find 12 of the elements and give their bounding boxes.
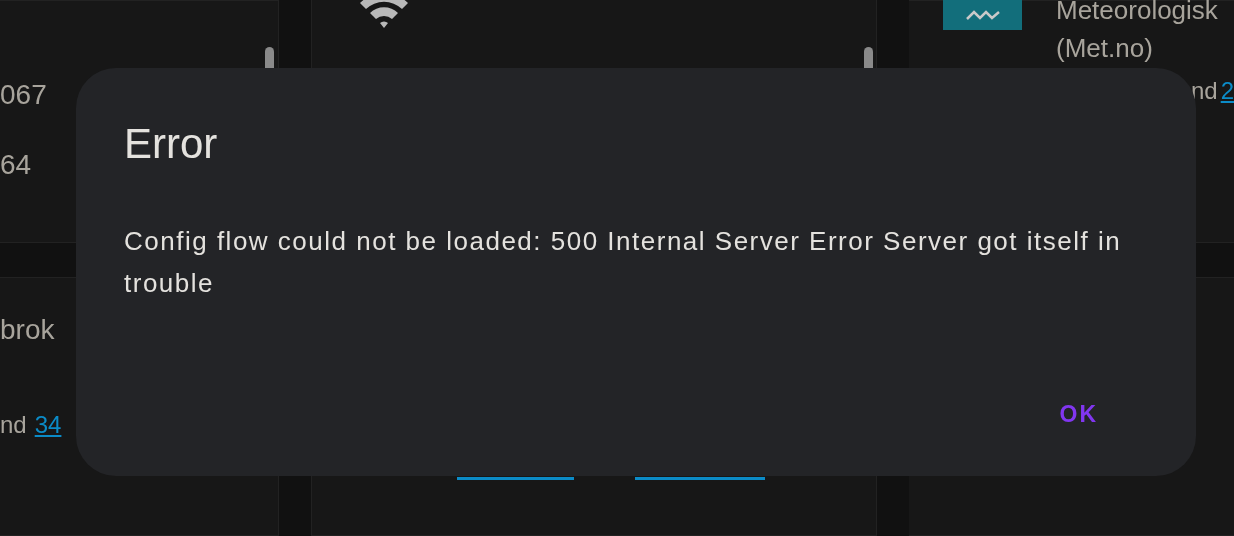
value-text: 64 — [0, 149, 33, 181]
entities-link[interactable]: 34 — [34, 411, 62, 439]
value-text: 067 — [0, 79, 48, 111]
error-message: Config flow could not be loaded: 500 Internal Server Error Server got itself in trouble — [124, 225, 1123, 300]
integration-name: (Met.no) — [1056, 32, 1154, 65]
dialog-title: Error — [124, 120, 219, 168]
description-text: nd — [1191, 77, 1218, 105]
description-text: brok — [0, 314, 56, 346]
description-text: nd — [0, 411, 27, 439]
ok-button[interactable]: OK — [1045, 393, 1112, 436]
entities-link[interactable]: 2 — [1220, 77, 1234, 105]
integration-name: Meteorologisk — [1056, 0, 1218, 27]
